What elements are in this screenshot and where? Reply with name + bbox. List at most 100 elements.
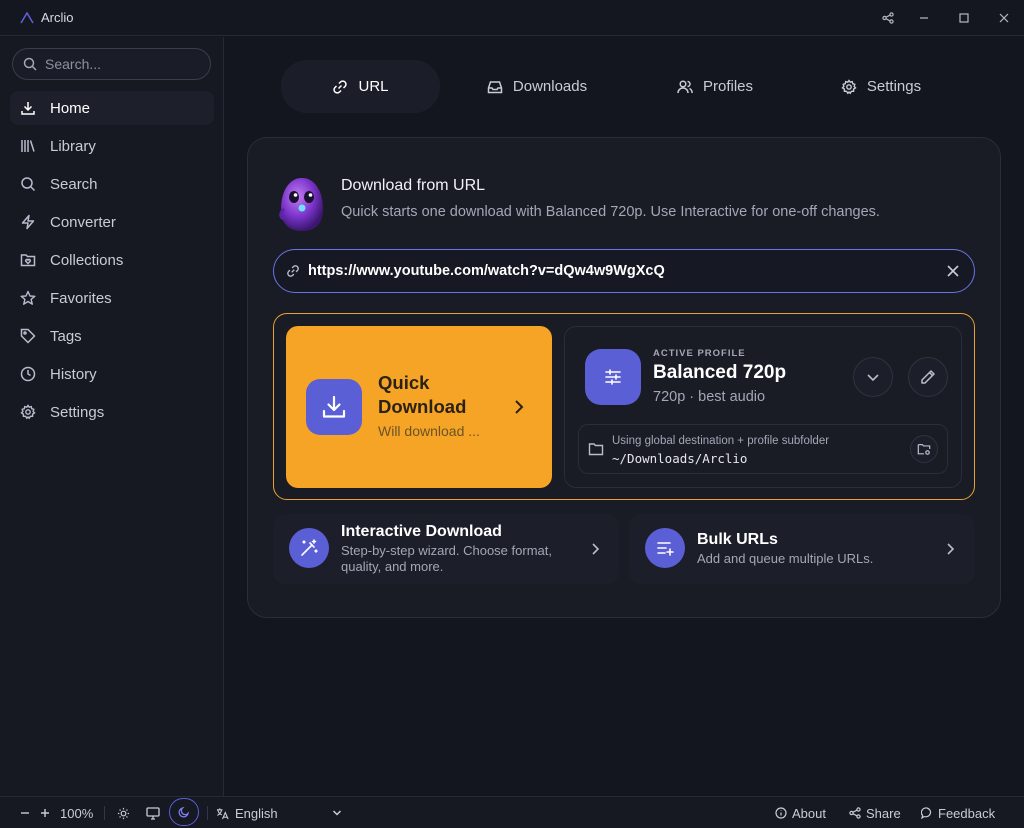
tab-downloads[interactable]: Downloads [467,60,607,113]
quick-download-button[interactable]: Quick Download Will download ... [286,326,552,488]
profile-name: Balanced 720p [653,362,787,383]
dark-theme-button[interactable] [169,798,199,826]
inbox-icon [487,80,503,93]
sidebar-item-label: Tags [50,327,82,345]
sidebar-item-history[interactable]: History [10,357,214,391]
tab-url[interactable]: URL [281,60,440,113]
zoom-level: 100% [60,805,94,821]
zoom-in-button[interactable] [40,797,50,828]
zoom-out-button[interactable] [20,797,30,828]
magic-wand-icon [289,528,329,568]
divider [104,806,105,820]
light-theme-button[interactable] [117,797,130,828]
about-label: About [792,805,826,821]
link-icon [287,265,299,277]
download-icon [306,379,362,435]
title-bar: Arclio [0,0,1024,36]
info-icon [775,807,787,819]
monitor-icon [146,806,160,820]
tab-label: Settings [866,78,922,95]
interactive-download-subtitle: Step-by-step wizard. Choose format, qual… [341,543,552,574]
tab-profiles[interactable]: Profiles [660,60,770,113]
folder-settings-icon [917,444,931,455]
sidebar-item-settings[interactable]: Settings [10,395,214,429]
share-button[interactable]: Share [849,797,901,828]
profile-description: 720p · best audio [653,389,766,405]
moon-icon [178,806,190,818]
choose-folder-button[interactable] [910,435,938,463]
tab-label: URL [358,78,389,95]
chat-bubble-icon [921,807,932,819]
sidebar-search-input[interactable] [45,56,195,72]
active-profile-label: ACTIVE PROFILE [653,348,746,359]
close-icon [947,265,959,277]
bulk-urls-title: Bulk URLs [697,531,778,548]
sidebar-item-label: Collections [50,251,124,269]
minimize-button[interactable] [916,10,932,26]
share-icon[interactable] [880,10,896,26]
url-input[interactable] [308,263,928,279]
app-title: Arclio [41,10,74,25]
tag-icon [20,328,36,344]
page-subtitle: Quick starts one download with Balanced … [341,204,880,220]
bulk-urls-subtitle: Add and queue multiple URLs. [697,551,874,566]
page-title: Download from URL [341,177,486,194]
minus-icon [21,812,29,814]
sidebar-item-label: Library [50,137,96,155]
link-icon [333,79,348,94]
profile-dropdown-button[interactable] [853,357,893,397]
sidebar: Home Library Search Converter Collection… [0,37,224,796]
url-field[interactable] [273,249,975,293]
sidebar-item-label: Converter [50,213,116,231]
translate-icon [216,807,229,819]
sidebar-item-search[interactable]: Search [10,167,214,201]
chevron-down-icon [867,374,879,382]
sidebar-item-collections[interactable]: Collections [10,243,214,277]
tab-settings[interactable]: Settings [823,60,939,113]
chevron-right-icon [947,543,955,555]
about-button[interactable]: About [775,797,826,828]
list-plus-icon [645,528,685,568]
gear-icon [841,78,857,94]
interactive-download-card[interactable]: Interactive Download Step-by-step wizard… [273,514,619,584]
sidebar-item-home[interactable]: Home [10,91,214,125]
bulk-urls-card[interactable]: Bulk URLs Add and queue multiple URLs. [629,514,975,584]
sliders-icon [585,349,641,405]
feedback-button[interactable]: Feedback [921,797,995,828]
sidebar-item-label: Favorites [50,289,112,307]
folder-icon [588,443,604,456]
language-select[interactable]: English [216,797,344,828]
mascot-icon [279,178,323,231]
sidebar-item-library[interactable]: Library [10,129,214,163]
gear-icon [20,404,36,420]
close-button[interactable] [996,10,1012,26]
tab-label: Downloads [512,78,588,95]
edit-profile-button[interactable] [908,357,948,397]
pencil-icon [921,370,935,384]
maximize-button[interactable] [956,10,972,26]
lightning-icon [21,214,35,230]
folder-heart-icon [20,254,36,267]
clear-url-button[interactable] [946,264,960,278]
sidebar-item-favorites[interactable]: Favorites [10,281,214,315]
share-icon [849,807,861,819]
destination-path: ~/Downloads/Arclio [612,451,748,466]
system-theme-button[interactable] [146,797,160,828]
sidebar-item-label: Settings [50,403,105,421]
chevron-right-icon [592,543,600,555]
quick-download-title: Quick Download [378,372,467,417]
active-profile-panel: ACTIVE PROFILE Balanced 720p 720p · best… [564,326,962,488]
users-icon [677,79,693,93]
destination-label: Using global destination + profile subfo… [612,435,830,447]
plus-icon [41,809,49,817]
sidebar-item-label: Search [50,175,98,193]
search-icon [21,177,36,192]
divider [207,806,208,820]
sidebar-item-converter[interactable]: Converter [10,205,214,239]
sidebar-item-tags[interactable]: Tags [10,319,214,353]
sidebar-item-label: History [50,365,97,383]
search-icon [23,57,37,71]
sidebar-search[interactable] [12,48,211,80]
quick-download-subtitle: Will download ... [378,423,480,439]
app-logo-icon [20,12,34,24]
